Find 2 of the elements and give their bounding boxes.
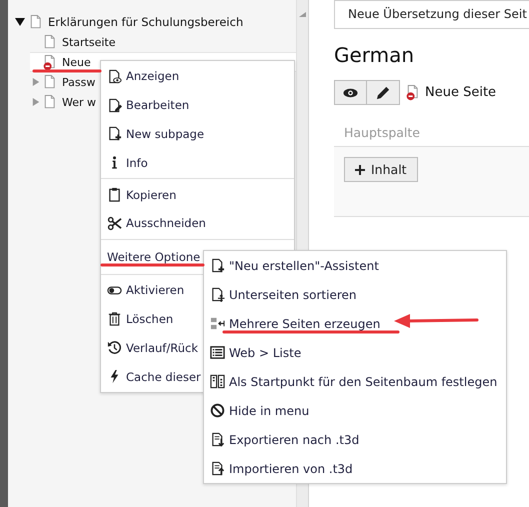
language-heading: German bbox=[334, 43, 416, 69]
page-title: Neue Seite bbox=[425, 85, 496, 100]
